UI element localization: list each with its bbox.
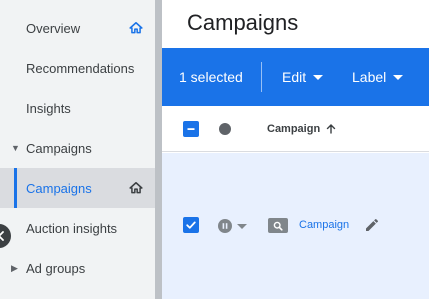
search-campaign-icon bbox=[268, 218, 288, 233]
sidebar-item-label: Campaigns bbox=[26, 180, 92, 196]
sidebar-item-recommendations[interactable]: Recommendations bbox=[0, 48, 155, 88]
status-column-icon[interactable] bbox=[219, 123, 231, 135]
active-indicator bbox=[14, 168, 17, 208]
column-header-label: Campaign bbox=[267, 123, 321, 135]
sidebar-item-insights[interactable]: Insights bbox=[0, 88, 155, 128]
label-dropdown-label: Label bbox=[352, 69, 387, 85]
sidebar-item-label: Auction insights bbox=[26, 220, 118, 236]
status-dropdown[interactable] bbox=[218, 219, 247, 233]
table-row[interactable]: Campaign bbox=[162, 153, 429, 299]
sidebar-item-label: Ad groups bbox=[26, 260, 86, 276]
divider bbox=[261, 62, 262, 92]
sidebar-item-label: Recommendations bbox=[26, 60, 135, 76]
checkmark-icon bbox=[186, 221, 196, 229]
row-checkbox[interactable] bbox=[183, 217, 199, 233]
selection-action-bar: 1 selected Edit Label bbox=[162, 48, 429, 106]
edit-dropdown-label: Edit bbox=[282, 69, 307, 85]
sort-ascending-icon bbox=[326, 124, 336, 134]
selection-count: 1 selected bbox=[179, 69, 243, 85]
sidebar-item-auction-insights[interactable]: Auction insights bbox=[0, 208, 155, 248]
page-title: Campaigns bbox=[187, 10, 299, 35]
caret-right-icon: ▶ bbox=[11, 262, 18, 273]
column-header-campaign[interactable]: Campaign bbox=[267, 123, 337, 135]
main-content: Campaigns 1 selected Edit Label Campaign bbox=[162, 0, 429, 299]
home-icon bbox=[129, 21, 143, 35]
sidebar-item-label: Campaigns bbox=[26, 140, 92, 156]
home-outline-icon bbox=[129, 181, 143, 195]
sidebar-item-overview[interactable]: Overview bbox=[0, 8, 155, 48]
sidebar-group-campaigns[interactable]: ▼ Campaigns bbox=[0, 128, 155, 168]
sidebar-item-label: Overview bbox=[26, 20, 81, 36]
chevron-down-icon bbox=[237, 223, 247, 229]
edit-dropdown[interactable]: Edit bbox=[282, 69, 324, 85]
indeterminate-icon bbox=[187, 128, 195, 130]
paused-status-icon bbox=[218, 219, 232, 233]
sidebar-item-campaigns[interactable]: Campaigns bbox=[0, 168, 155, 208]
edit-pencil-icon[interactable] bbox=[364, 217, 380, 238]
close-icon bbox=[0, 231, 4, 241]
table-header: Campaign bbox=[162, 106, 429, 152]
label-dropdown[interactable]: Label bbox=[352, 69, 404, 85]
chevron-down-icon bbox=[313, 74, 324, 80]
sidebar-item-label: Insights bbox=[26, 100, 71, 116]
campaign-name-link[interactable]: Campaign bbox=[299, 219, 349, 231]
sidebar-scrollbar[interactable] bbox=[155, 0, 162, 299]
select-all-checkbox[interactable] bbox=[183, 121, 199, 137]
caret-down-icon: ▼ bbox=[11, 143, 20, 153]
sidebar-group-ad-groups[interactable]: ▶ Ad groups bbox=[0, 248, 155, 288]
left-navigation: Overview Recommendations Insights ▼ Camp… bbox=[0, 0, 155, 299]
chevron-down-icon bbox=[393, 74, 404, 80]
